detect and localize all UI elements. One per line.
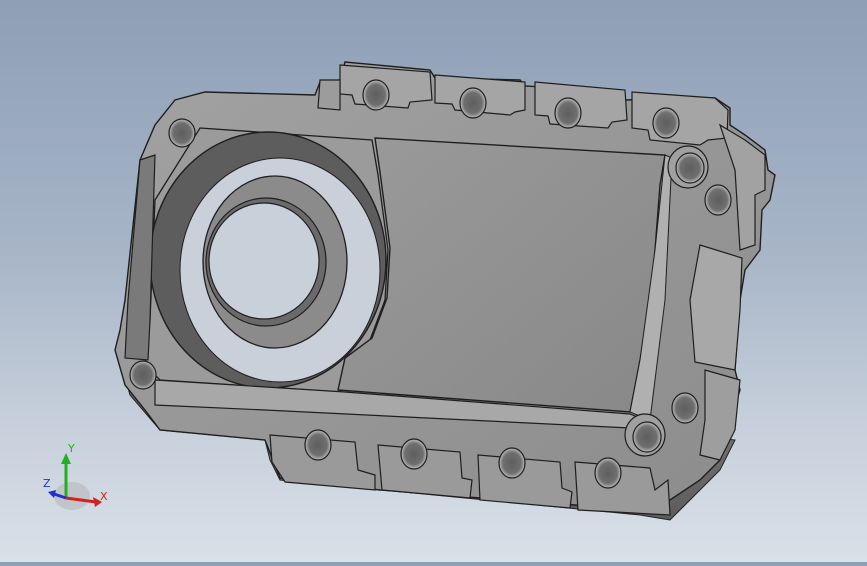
orientation-triad[interactable]: Y X Z [38, 440, 118, 520]
lens-opening [149, 131, 387, 389]
z-axis-label: Z [43, 477, 51, 490]
y-axis-label: Y [67, 442, 75, 455]
part-model[interactable] [0, 0, 867, 562]
cad-3d-viewport[interactable]: Y X Z [0, 0, 867, 562]
x-axis-label: X [100, 490, 108, 503]
